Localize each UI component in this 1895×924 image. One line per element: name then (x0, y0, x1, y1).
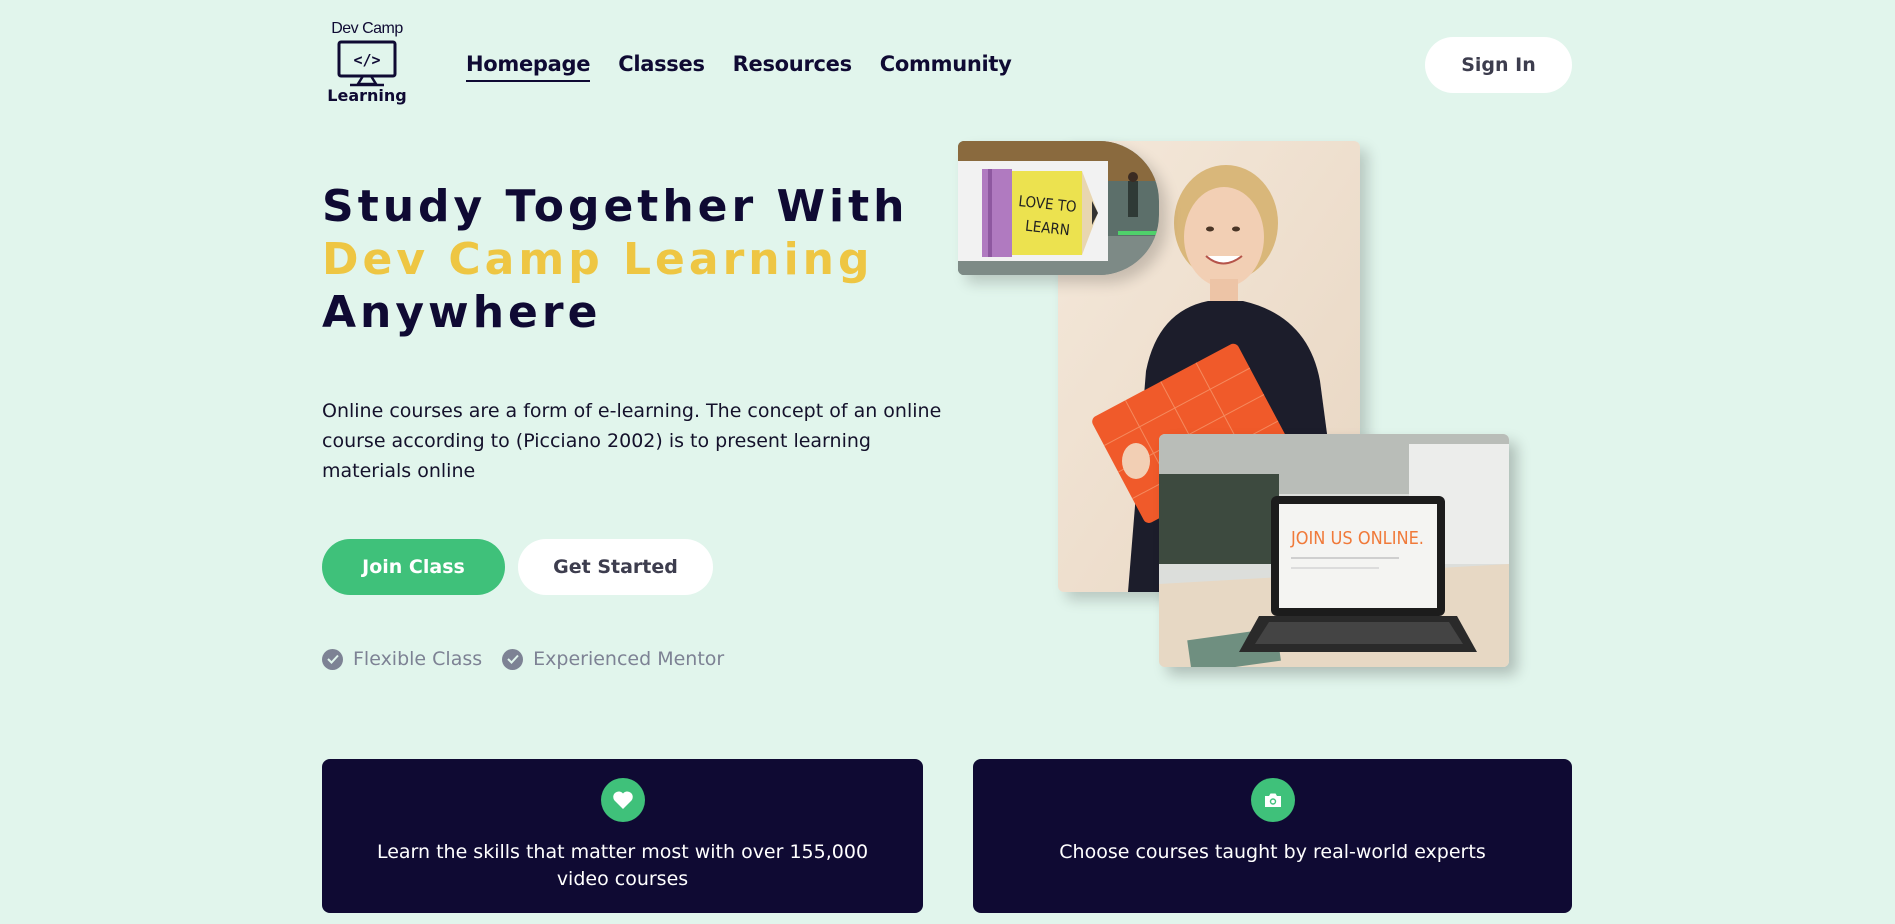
love-to-learn-pencil-photo: LOVE TO LEARN (958, 141, 1159, 275)
feature-item: Experienced Mentor (502, 648, 724, 670)
hero-title: Study Together With Dev Camp Learning An… (322, 180, 908, 339)
nav-community[interactable]: Community (880, 52, 1012, 82)
logo[interactable]: Dev Camp </> Learning (322, 20, 412, 110)
feature-list: Flexible Class Experienced Mentor (322, 648, 724, 670)
check-circle-icon (322, 648, 343, 670)
nav-homepage[interactable]: Homepage (466, 52, 591, 82)
check-circle-icon (502, 648, 524, 670)
card-text: Learn the skills that matter most with o… (376, 841, 869, 890)
logo-top-text: Dev Camp (331, 20, 403, 37)
sign-in-button[interactable]: Sign In (1425, 37, 1572, 93)
feature-label: Experienced Mentor (533, 648, 725, 670)
hero-title-line-2: Dev Camp Learning (322, 234, 874, 285)
get-started-button[interactable]: Get Started (518, 539, 713, 595)
heart-icon (600, 778, 645, 822)
nav-classes[interactable]: Classes (618, 52, 705, 82)
nav-resources[interactable]: Resources (733, 52, 852, 82)
join-class-button[interactable]: Join Class (322, 539, 505, 595)
feature-label: Flexible Class (353, 648, 483, 670)
main-nav: Homepage Classes Resources Community (466, 52, 1012, 82)
feature-card-video-courses: Learn the skills that matter most with o… (322, 759, 923, 913)
feature-item: Flexible Class (322, 648, 482, 670)
camera-icon (1250, 778, 1295, 822)
feature-card-experts: Choose courses taught by real-world expe… (973, 759, 1572, 913)
page: Dev Camp </> Learning Homepage Classes R… (0, 0, 1895, 924)
card-text: Choose courses taught by real-world expe… (1059, 841, 1486, 863)
logo-bottom-text: Learning (327, 86, 407, 105)
hero-title-line-1: Study Together With (322, 181, 909, 232)
hero-description: Online courses are a form of e-learning.… (322, 400, 942, 482)
svg-text:</>: </> (353, 51, 380, 69)
hero-title-line-3: Anywhere (322, 287, 602, 338)
join-us-online-laptop-photo: JOIN US ONLINE. (1159, 434, 1509, 667)
monitor-code-icon: </> (337, 40, 397, 87)
laptop-screen-text: JOIN US ONLINE. (1290, 528, 1424, 549)
